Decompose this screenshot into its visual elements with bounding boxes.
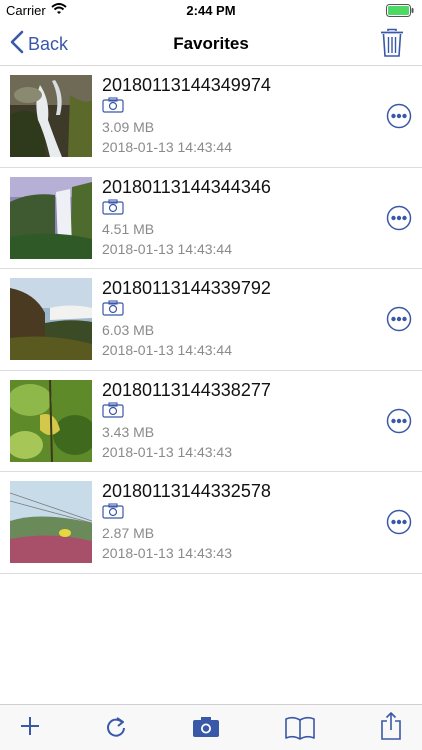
camera-icon — [102, 300, 124, 321]
item-name: 20180113144338277 — [102, 379, 271, 400]
status-bar: Carrier 2:44 PM — [0, 0, 422, 22]
refresh-button[interactable] — [104, 714, 128, 745]
item-name: 20180113144349974 — [102, 75, 271, 95]
add-button[interactable] — [18, 714, 42, 743]
item-date: 2018-01-13 14:43:44 — [102, 139, 232, 155]
camera-icon — [102, 503, 124, 524]
list-item[interactable]: 20180113144339792 6.03 MB 2018-01-13 14:… — [0, 269, 422, 371]
photo-thumbnail — [10, 75, 92, 157]
camera-icon — [193, 717, 219, 737]
bottom-toolbar — [0, 704, 422, 750]
more-button[interactable] — [386, 103, 412, 134]
status-time: 2:44 PM — [186, 3, 236, 18]
camera-icon — [102, 402, 124, 423]
item-name: 20180113144339792 — [102, 278, 271, 299]
list-item[interactable]: 20180113144344346 4.51 MB 2018-01-13 14:… — [0, 168, 422, 270]
item-size: 2.87 MB — [102, 525, 155, 542]
item-size: 6.03 MB — [102, 322, 155, 339]
book-icon — [285, 716, 315, 740]
more-button[interactable] — [386, 408, 412, 439]
bookmarks-button[interactable] — [285, 716, 315, 745]
item-size: 3.09 MB — [102, 119, 155, 135]
favorites-list: 20180113144349974 3.09 MB 2018-01-13 14:… — [0, 66, 422, 574]
photo-thumbnail — [10, 481, 92, 564]
more-icon — [386, 408, 412, 434]
camera-icon — [102, 97, 124, 118]
battery-icon — [386, 4, 414, 20]
item-date: 2018-01-13 14:43:43 — [102, 545, 232, 562]
more-button[interactable] — [386, 306, 412, 337]
item-date: 2018-01-13 14:43:44 — [102, 240, 232, 257]
more-icon — [386, 205, 412, 230]
more-button[interactable] — [386, 205, 412, 236]
more-icon — [386, 510, 412, 535]
navigation-bar: Back Favorites — [0, 22, 422, 66]
item-size: 4.51 MB — [102, 220, 155, 237]
item-name: 20180113144344346 — [102, 176, 271, 197]
list-item[interactable]: 20180113144338277 3.43 MB 2018-01-13 14:… — [0, 371, 422, 473]
refresh-icon — [107, 717, 125, 737]
item-name: 20180113144332578 — [102, 481, 271, 502]
photo-thumbnail — [10, 278, 92, 361]
item-size: 3.43 MB — [102, 423, 155, 440]
photo-thumbnail — [10, 379, 92, 462]
list-item[interactable]: 20180113144349974 3.09 MB 2018-01-13 14:… — [0, 66, 422, 168]
more-icon — [386, 103, 412, 129]
page-title: Favorites — [173, 34, 249, 53]
delete-button[interactable] — [380, 28, 404, 63]
more-button[interactable] — [386, 509, 412, 540]
share-icon — [381, 712, 401, 740]
photo-thumbnail — [10, 176, 92, 259]
trash-icon — [380, 28, 404, 62]
share-button[interactable] — [380, 711, 402, 746]
more-icon — [386, 306, 412, 332]
list-item[interactable]: 20180113144332578 2.87 MB 2018-01-13 14:… — [0, 472, 422, 574]
item-date: 2018-01-13 14:43:44 — [102, 342, 232, 359]
camera-icon — [102, 199, 124, 220]
camera-button[interactable] — [192, 716, 220, 743]
plus-icon — [21, 717, 39, 735]
item-date: 2018-01-13 14:43:43 — [102, 443, 232, 460]
